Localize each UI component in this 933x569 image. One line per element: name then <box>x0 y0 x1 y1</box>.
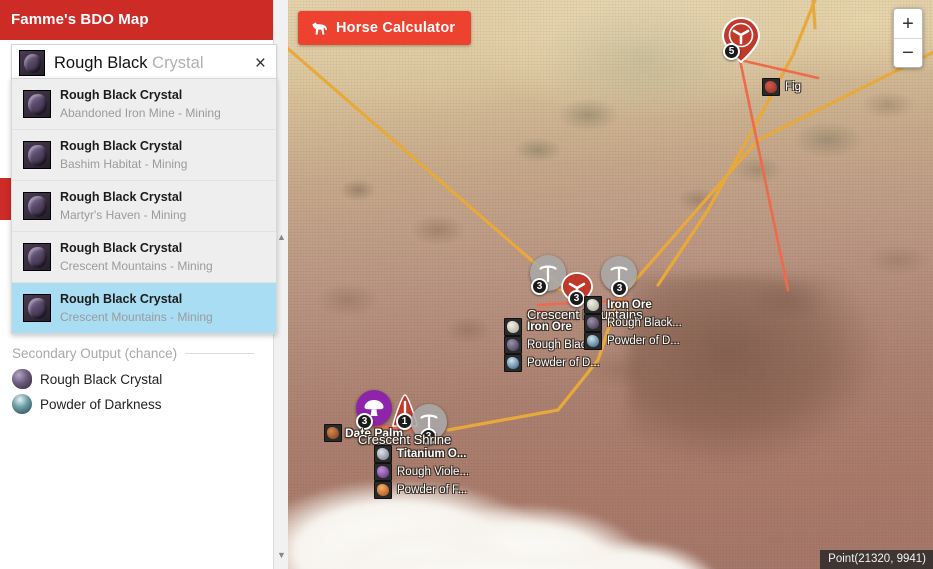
zoom-in-button[interactable]: + <box>894 9 922 38</box>
marker-badge: 3 <box>531 278 548 295</box>
list-item-text: Rough Black Crystal Martyr's Haven - Min… <box>60 188 186 224</box>
rough-black-crystal-icon <box>23 294 51 322</box>
list-item[interactable]: Rough Black Crystal Bashim Habitat - Min… <box>12 130 276 181</box>
map-item-rough-violet[interactable]: Rough Viole... <box>374 463 469 481</box>
marker-badge: 3 <box>568 290 585 307</box>
rough-black-crystal-icon <box>23 141 51 169</box>
list-item-text: Rough Black Crystal Bashim Habitat - Min… <box>60 137 187 173</box>
output-item-label: Powder of Darkness <box>40 396 162 412</box>
close-icon[interactable]: × <box>251 54 270 73</box>
output-item[interactable]: Rough Black Crystal <box>0 367 266 392</box>
list-item-text: Rough Black Crystal Crescent Mountains -… <box>60 290 213 326</box>
list-item-subtitle: Abandoned Iron Mine - Mining <box>60 106 221 120</box>
map-item-powder-flame[interactable]: Powder of F... <box>374 481 467 499</box>
search-typed-text: Rough Black <box>54 53 148 72</box>
list-item[interactable]: Rough Black Crystal Crescent Mountains -… <box>12 232 276 283</box>
secondary-output-label: Secondary Output (chance) <box>12 346 178 361</box>
scroll-down-icon[interactable]: ▼ <box>274 547 288 563</box>
map-item-iron-ore-left[interactable]: Iron Ore <box>504 318 572 336</box>
vegetation-patch <box>543 0 743 120</box>
cloud <box>318 520 518 569</box>
output-item-label: Rough Black Crystal <box>40 371 163 387</box>
search-ghost-text: Crystal <box>147 53 204 72</box>
map-item-label: Iron Ore <box>607 299 652 311</box>
powder-of-darkness-icon <box>12 394 32 414</box>
mountain-shadow <box>628 275 878 465</box>
bdo-map-app: 5 Akman 3 Fig <box>0 0 933 569</box>
map-item-fig[interactable]: Fig <box>762 78 801 96</box>
map-marker-akman[interactable]: 5 <box>721 16 761 64</box>
rough-black-crystal-icon <box>23 90 51 118</box>
map-item-label: Powder of D... <box>607 335 680 347</box>
list-item-title: Rough Black Crystal <box>60 190 183 204</box>
fig-icon <box>762 78 780 96</box>
list-item[interactable]: Rough Black Crystal Martyr's Haven - Min… <box>12 181 276 232</box>
page-title: Famme's BDO Map <box>11 11 149 28</box>
map-item-label: Powder of F... <box>397 484 468 496</box>
secondary-output-heading: Secondary Output (chance) <box>0 346 266 361</box>
map-item-powder-darkness-right[interactable]: Powder of D... <box>584 332 680 350</box>
list-item[interactable]: Rough Black Crystal Abandoned Iron Mine … <box>12 79 276 130</box>
list-item-subtitle: Martyr's Haven - Mining <box>60 208 187 222</box>
rough-black-crystal-icon <box>584 314 602 332</box>
map-item-label: Iron Ore <box>527 321 572 333</box>
rough-black-crystal-icon <box>504 336 522 354</box>
rough-black-crystal-icon <box>12 369 32 389</box>
list-item-text: Rough Black Crystal Abandoned Iron Mine … <box>60 86 221 122</box>
rough-black-crystal-icon <box>23 192 51 220</box>
list-item-text: Rough Black Crystal Crescent Mountains -… <box>60 239 213 275</box>
list-item-subtitle: Bashim Habitat - Mining <box>60 157 188 171</box>
map-item-label: Titanium O... <box>397 448 467 460</box>
rough-black-crystal-icon <box>23 243 51 271</box>
marker-badge: 3 <box>611 280 628 297</box>
list-item-title: Rough Black Crystal <box>60 241 183 255</box>
powder-of-flame-icon <box>374 481 392 499</box>
iron-ore-icon <box>504 318 522 336</box>
search-results-dropdown[interactable]: Rough Black Crystal Abandoned Iron Mine … <box>11 78 277 334</box>
map-item-label: Powder of D... <box>527 357 600 369</box>
map-canvas[interactable]: 5 Akman 3 Fig <box>288 0 933 569</box>
titanium-ore-icon <box>374 445 392 463</box>
horse-glyph <box>312 21 327 35</box>
map-item-iron-ore-right[interactable]: Iron Ore <box>584 296 652 314</box>
horse-calculator-button[interactable]: Horse Calculator <box>298 11 472 45</box>
map-item-rough-black-right[interactable]: Rough Black... <box>584 314 682 332</box>
search-value: Rough Black Crystal <box>54 54 203 73</box>
iron-ore-icon <box>584 296 602 314</box>
cloud <box>288 545 728 569</box>
list-item-title: Rough Black Crystal <box>60 292 183 306</box>
coordinate-readout: Point(21320, 9941) <box>820 550 933 569</box>
map-item-label: Fig <box>785 81 801 93</box>
cloud <box>398 505 648 569</box>
zoom-out-button[interactable]: − <box>894 38 922 67</box>
list-item-selected[interactable]: Rough Black Crystal Crescent Mountains -… <box>12 283 276 333</box>
list-item-subtitle: Crescent Mountains - Mining <box>60 310 213 324</box>
cloud <box>538 540 718 569</box>
horse-calculator-label: Horse Calculator <box>336 20 456 36</box>
list-item-title: Rough Black Crystal <box>60 139 183 153</box>
list-item-subtitle: Crescent Mountains - Mining <box>60 259 213 273</box>
map-item-label: Rough Viole... <box>397 466 470 478</box>
sidebar: Famme's BDO Map Rough Black Crystal × Ro… <box>0 0 288 569</box>
map-item-date-palm-icon[interactable] <box>324 424 342 442</box>
date-palm-icon <box>324 424 342 442</box>
rough-black-crystal-icon <box>19 50 45 76</box>
zoom-controls[interactable]: + − <box>893 8 923 68</box>
map-item-powder-darkness-left[interactable]: Powder of D... <box>504 354 600 372</box>
divider <box>185 353 254 354</box>
powder-of-darkness-icon <box>504 354 522 372</box>
map-item-titanium-ore[interactable]: Titanium O... <box>374 445 466 463</box>
rough-violet-crystal-icon <box>374 463 392 481</box>
search-input[interactable]: Rough Black Crystal × <box>11 44 277 82</box>
powder-of-darkness-icon <box>584 332 602 350</box>
horse-icon <box>311 21 328 36</box>
map-item-label: Rough Black... <box>607 317 682 329</box>
output-item[interactable]: Powder of Darkness <box>0 392 266 417</box>
marker-badge: 5 <box>723 43 740 60</box>
list-item-title: Rough Black Crystal <box>60 88 183 102</box>
